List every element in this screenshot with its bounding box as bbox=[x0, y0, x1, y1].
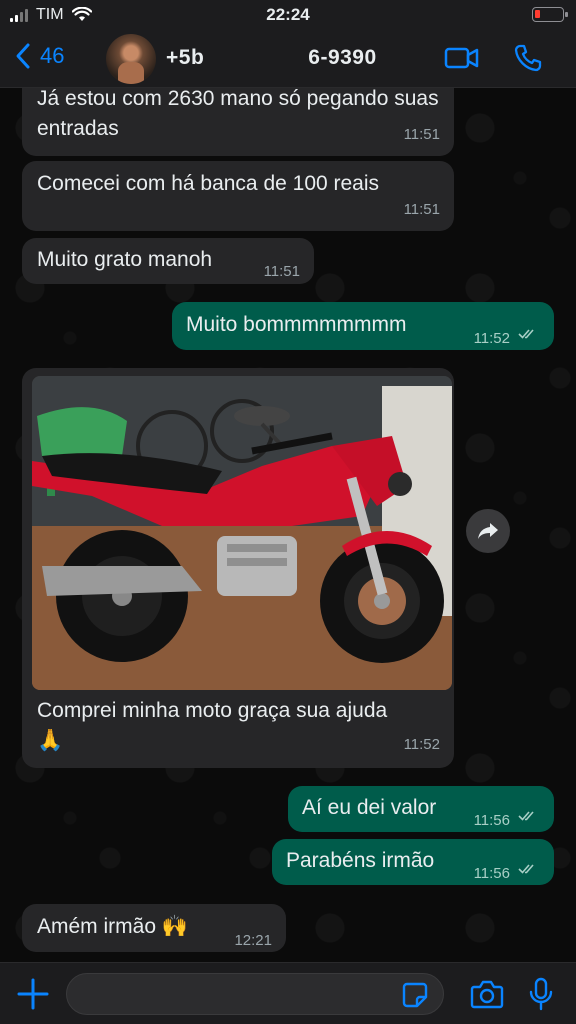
message-outgoing[interactable]: Parabéns irmão 11:56 bbox=[272, 839, 554, 885]
back-chevron-icon bbox=[16, 43, 30, 69]
message-incoming[interactable]: Já estou com 2630 mano só pegando suas e… bbox=[22, 88, 454, 156]
contact-name-tail: 6-9390 bbox=[308, 46, 377, 69]
message-time: 11:51 bbox=[403, 201, 440, 218]
phone-call-icon[interactable] bbox=[512, 42, 544, 74]
message-incoming-image[interactable]: Comprei minha moto graça sua ajuda 🙏 11:… bbox=[22, 368, 454, 768]
message-time: 12:21 bbox=[234, 932, 272, 949]
message-time: 11:52 bbox=[473, 330, 510, 347]
clock: 22:24 bbox=[266, 5, 310, 24]
chat-header: 46 +5b 6-9390 bbox=[0, 30, 576, 88]
folded-hands-emoji: 🙏 bbox=[37, 729, 64, 752]
plus-icon[interactable] bbox=[16, 977, 50, 1011]
message-text: Comecei com há banca de 100 reais bbox=[37, 172, 380, 195]
red-honda-motorcycle-photo[interactable] bbox=[32, 376, 452, 690]
sticker-icon[interactable] bbox=[402, 982, 428, 1008]
camera-icon[interactable] bbox=[470, 979, 504, 1009]
contact-avatar[interactable] bbox=[106, 34, 156, 84]
message-time: 11:56 bbox=[473, 812, 510, 829]
message-outgoing[interactable]: Aí eu dei valor 11:56 bbox=[288, 786, 554, 832]
composer-bar bbox=[0, 962, 576, 1024]
message-text: Já estou com 2630 mano só pegando suas e… bbox=[37, 88, 439, 140]
status-bar: TIM 22:24 bbox=[0, 0, 576, 30]
read-receipt-icon bbox=[518, 811, 534, 821]
battery-icon bbox=[532, 7, 568, 22]
message-text: Aí eu dei valor bbox=[302, 796, 437, 819]
message-time: 11:51 bbox=[263, 263, 300, 280]
read-receipt-icon bbox=[518, 864, 534, 874]
unread-count: 46 bbox=[40, 43, 65, 68]
message-time: 11:56 bbox=[473, 865, 510, 882]
message-incoming[interactable]: Comecei com há banca de 100 reais 11:51 bbox=[22, 161, 454, 231]
message-text-body: Amém irmão bbox=[37, 915, 157, 938]
message-input[interactable] bbox=[66, 973, 444, 1015]
contact-name[interactable]: +5b 6-9390 bbox=[166, 46, 377, 70]
forward-button[interactable] bbox=[466, 509, 510, 553]
message-incoming[interactable]: Muito grato manoh 11:51 bbox=[22, 238, 314, 284]
message-text: Parabéns irmão bbox=[286, 849, 435, 872]
message-outgoing[interactable]: Muito bommmmmmmm 11:52 bbox=[172, 302, 554, 350]
back-button[interactable]: 46 bbox=[14, 42, 64, 70]
image-caption: Comprei minha moto graça sua ajuda 🙏 bbox=[37, 696, 447, 756]
contact-name-head: +5b bbox=[166, 46, 205, 69]
raising-hands-emoji: 🙌 bbox=[161, 915, 189, 938]
message-text: Muito grato manoh bbox=[37, 248, 213, 271]
video-call-icon[interactable] bbox=[444, 44, 480, 72]
chat-messages[interactable]: Já estou com 2630 mano só pegando suas e… bbox=[0, 88, 576, 962]
message-incoming[interactable]: Amém irmão 🙌 12:21 bbox=[22, 904, 286, 952]
message-text: Amém irmão 🙌 bbox=[37, 912, 188, 942]
message-time: 11:51 bbox=[403, 126, 440, 143]
message-text: Muito bommmmmmmm bbox=[186, 313, 407, 336]
microphone-icon[interactable] bbox=[528, 977, 554, 1011]
caption-text: Comprei minha moto graça sua ajuda bbox=[37, 699, 388, 722]
message-time: 11:52 bbox=[403, 736, 440, 753]
forward-icon bbox=[478, 523, 498, 539]
read-receipt-icon bbox=[518, 329, 534, 339]
